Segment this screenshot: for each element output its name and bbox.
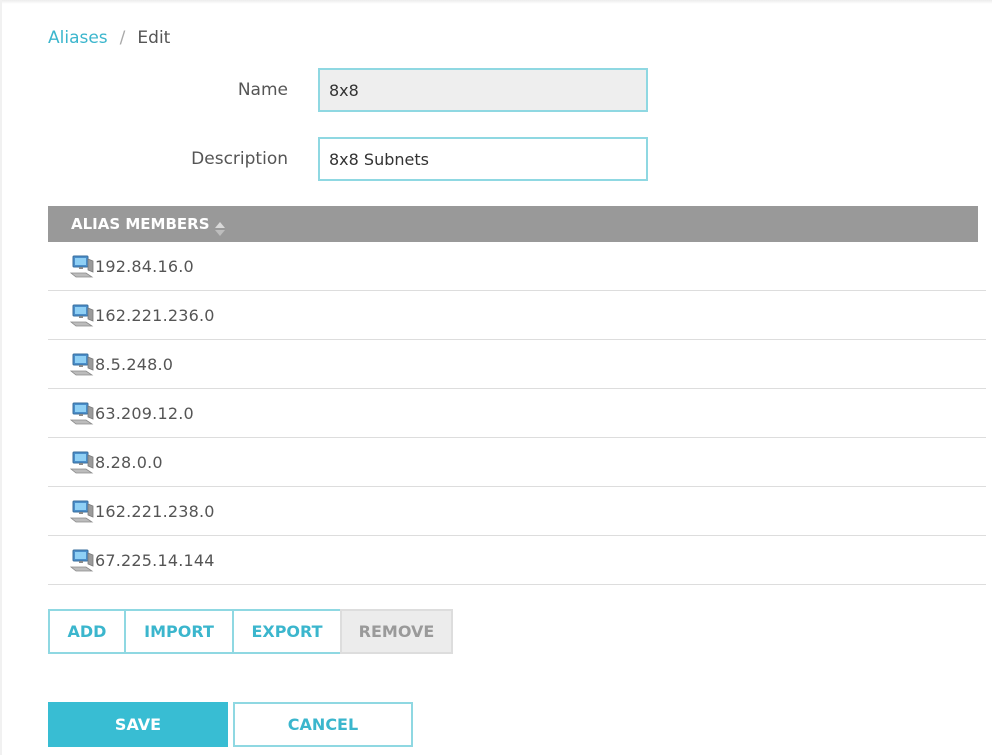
alias-members-list: 192.84.16.0 162.221.236.0 8.5.248.0 63.209.… <box>48 242 986 585</box>
member-address: 63.209.12.0 <box>95 403 194 423</box>
alias-members-header-label: ALIAS MEMBERS <box>71 215 210 233</box>
member-address: 8.28.0.0 <box>95 452 163 472</box>
computer-icon <box>69 254 96 278</box>
breadcrumb-separator: / <box>119 28 126 48</box>
export-button[interactable]: EXPORT <box>232 609 342 654</box>
import-button[interactable]: IMPORT <box>124 609 234 654</box>
name-input[interactable] <box>318 68 648 112</box>
member-address: 192.84.16.0 <box>95 256 194 276</box>
breadcrumb: Aliases / Edit <box>48 26 170 50</box>
computer-icon <box>69 499 96 523</box>
member-address: 162.221.236.0 <box>95 305 215 325</box>
computer-icon <box>69 303 96 327</box>
table-row[interactable]: 192.84.16.0 <box>48 242 986 291</box>
remove-button[interactable]: REMOVE <box>340 609 453 654</box>
computer-icon <box>69 401 96 425</box>
member-address: 8.5.248.0 <box>95 354 174 374</box>
table-row[interactable]: 162.221.236.0 <box>48 291 986 340</box>
table-row[interactable]: 67.225.14.144 <box>48 536 986 585</box>
computer-icon <box>69 352 96 376</box>
table-row[interactable]: 63.209.12.0 <box>48 389 986 438</box>
name-row: Name <box>0 68 700 112</box>
description-label: Description <box>191 149 288 169</box>
description-row: Description <box>0 137 700 181</box>
member-address: 67.225.14.144 <box>95 550 215 570</box>
add-button[interactable]: ADD <box>48 609 126 654</box>
member-actions: ADD IMPORT EXPORT REMOVE <box>48 609 453 654</box>
cancel-button[interactable]: CANCEL <box>233 702 413 747</box>
table-row[interactable]: 162.221.238.0 <box>48 487 986 536</box>
left-edge-line <box>0 0 2 755</box>
table-row[interactable]: 8.5.248.0 <box>48 340 986 389</box>
breadcrumb-current: Edit <box>137 28 171 48</box>
computer-icon <box>69 450 96 474</box>
top-shadow <box>0 0 992 4</box>
table-row[interactable]: 8.28.0.0 <box>48 438 986 487</box>
member-address: 162.221.238.0 <box>95 501 215 521</box>
breadcrumb-aliases-link[interactable]: Aliases <box>48 28 108 48</box>
alias-members-header[interactable]: ALIAS MEMBERS <box>48 206 978 242</box>
computer-icon <box>69 548 96 572</box>
save-button[interactable]: SAVE <box>48 702 228 747</box>
description-input[interactable] <box>318 137 648 181</box>
sort-icon[interactable] <box>214 215 226 236</box>
name-label: Name <box>237 80 288 100</box>
